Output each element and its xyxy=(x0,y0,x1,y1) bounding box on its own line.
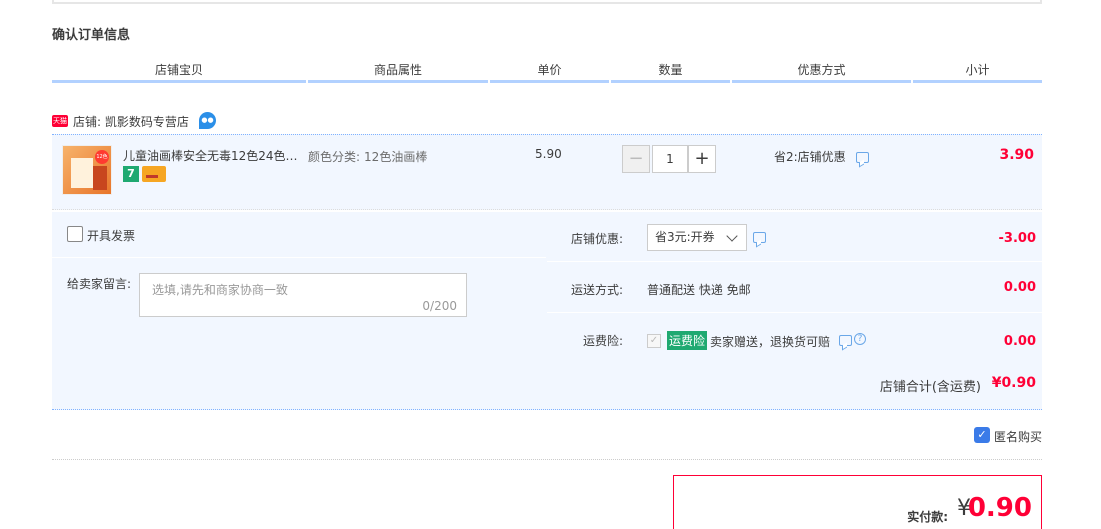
message-label: 给卖家留言: xyxy=(67,277,132,291)
quantity-input[interactable]: 1 xyxy=(652,145,688,173)
col-header-subtotal: 小计 xyxy=(913,62,1042,83)
tmall-icon: 天猫 xyxy=(52,115,68,127)
shipping-method: 普通配送 快递 免邮 xyxy=(647,283,751,297)
thumbnail-tag: 12色 xyxy=(95,150,109,164)
shop-discount-label: 店铺优惠: xyxy=(570,232,623,246)
payment-summary: 实付款: ¥ 0.90 xyxy=(673,475,1042,529)
credit-card-icon xyxy=(142,166,166,182)
shop-total-row: 店铺合计(含运费) ¥0.90 xyxy=(52,358,1042,410)
insurance-amount: 0.00 xyxy=(1003,334,1036,349)
right-options: 店铺优惠: 省3元:开券 -3.00 运送方式: 普通配送 快递 免邮 0.00… xyxy=(547,212,1042,358)
coupon-selected: 省3元:开券 xyxy=(655,230,715,244)
left-options: 开具发票 给卖家留言: 选填,请先和商家协商一致 0/200 xyxy=(52,212,546,358)
insurance-tag: 运费险 xyxy=(667,331,708,350)
message-char-count: 0/200 xyxy=(422,299,457,313)
promotion-text: 省2:店铺优惠 xyxy=(774,150,846,164)
shipping-label: 运送方式: xyxy=(570,283,623,297)
payment-amount: 0.90 xyxy=(967,493,1032,523)
column-headers: 店铺宝贝 商品属性 单价 数量 优惠方式 小计 xyxy=(52,62,1042,83)
invoice-checkbox[interactable] xyxy=(67,226,83,242)
shop-name-link[interactable]: 店铺: 凯影数码专营店 xyxy=(73,113,189,130)
col-header-unit-price: 单价 xyxy=(490,62,609,83)
item-promotion: 省2:店铺优惠 xyxy=(774,148,869,165)
insurance-text: 卖家赠送，退换货可赔 xyxy=(710,335,831,349)
payment-label: 实付款: xyxy=(907,510,948,524)
message-placeholder: 选填,请先和商家协商一致 xyxy=(152,283,288,297)
chevron-down-icon xyxy=(726,230,738,242)
anonymous-purchase-row: ✓ 匿名购买 xyxy=(52,418,1042,460)
col-header-quantity: 数量 xyxy=(611,62,730,83)
comment-icon[interactable] xyxy=(753,232,766,243)
shop-total-value: ¥0.90 xyxy=(991,375,1036,391)
unit-price: 5.90 xyxy=(535,147,562,161)
product-thumbnail[interactable]: 12色 xyxy=(62,145,112,195)
order-options-panel: 开具发票 给卖家留言: 选填,请先和商家协商一致 0/200 店铺优惠: 省3元… xyxy=(52,212,1042,410)
shop-discount-row: 店铺优惠: 省3元:开券 -3.00 xyxy=(547,212,1042,262)
comment-icon[interactable] xyxy=(855,152,869,163)
item-subtotal: 3.90 xyxy=(999,147,1034,163)
seller-message-input[interactable]: 选填,请先和商家协商一致 0/200 xyxy=(139,273,467,317)
shop-total-label: 店铺合计(含运费) xyxy=(879,380,981,395)
shop-row: 天猫 店铺: 凯影数码专营店 ●● xyxy=(52,110,1042,134)
quantity-decrease-button[interactable]: − xyxy=(622,145,650,173)
col-header-shop-item: 店铺宝贝 xyxy=(52,62,306,83)
comment-icon[interactable] xyxy=(839,335,852,346)
product-title-link[interactable]: 儿童油画棒安全无毒12色24色36色 xyxy=(123,147,303,164)
product-attribute: 颜色分类: 12色油画棒 xyxy=(308,148,427,165)
insurance-row: 运费险: ✓ 运费险 卖家赠送，退换货可赔 ? 0.00 xyxy=(547,314,1042,358)
previous-section-box xyxy=(52,0,1042,4)
seven-day-return-icon: 7 xyxy=(123,166,139,182)
attribute-key: 颜色分类: xyxy=(308,150,361,164)
attribute-value: 12色油画棒 xyxy=(364,150,428,164)
shipping-row: 运送方式: 普通配送 快递 免邮 0.00 xyxy=(547,263,1042,313)
col-header-discount: 优惠方式 xyxy=(732,62,911,83)
invoice-row: 开具发票 xyxy=(52,212,546,258)
anonymous-checkbox[interactable]: ✓ xyxy=(974,427,990,443)
insurance-checkbox: ✓ xyxy=(647,334,661,348)
quantity-increase-button[interactable]: + xyxy=(688,145,716,173)
invoice-label: 开具发票 xyxy=(87,229,136,243)
anonymous-label: 匿名购买 xyxy=(993,430,1042,444)
section-title: 确认订单信息 xyxy=(52,28,131,43)
shop-discount-amount: -3.00 xyxy=(998,231,1036,246)
chat-seller-icon[interactable]: ●● xyxy=(199,112,216,129)
insurance-label: 运费险: xyxy=(582,334,623,348)
coupon-dropdown[interactable]: 省3元:开券 xyxy=(647,224,747,251)
shipping-amount: 0.00 xyxy=(1003,280,1036,295)
help-icon[interactable]: ? xyxy=(854,333,866,345)
order-item-row: 12色 儿童油画棒安全无毒12色24色36色 7 颜色分类: 12色油画棒 5.9… xyxy=(52,134,1042,210)
col-header-attributes: 商品属性 xyxy=(308,62,488,83)
